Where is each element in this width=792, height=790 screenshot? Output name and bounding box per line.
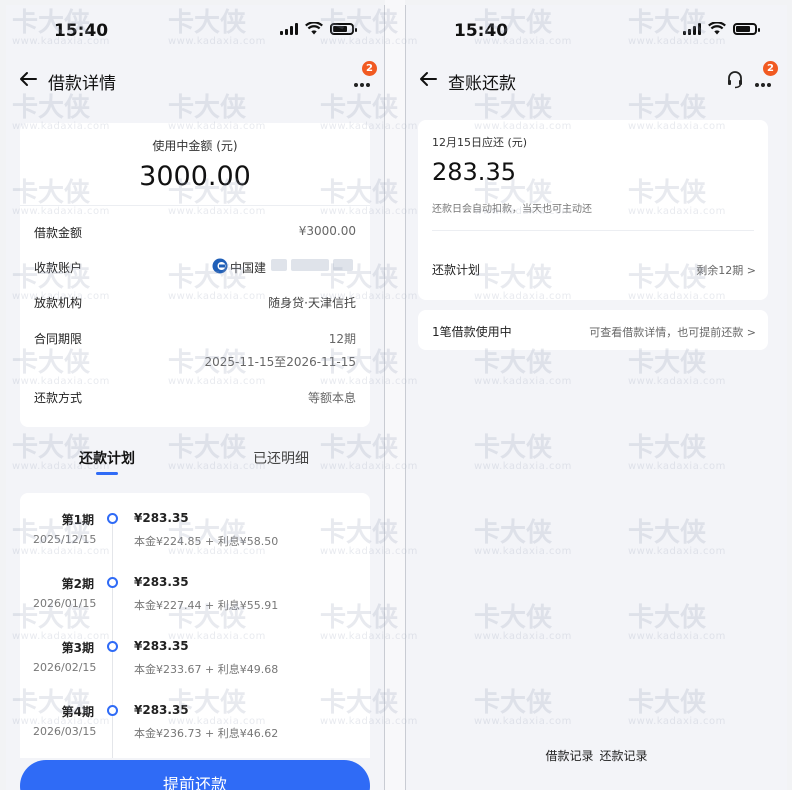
repay-plan-label: 还款计划 [432, 263, 481, 277]
due-amount-value: 283.35 [432, 158, 516, 186]
status-icons [280, 22, 357, 35]
plan-period: 第1期 [61, 513, 94, 527]
due-amount-card: 12月15日应还 (元) 283.35 还款日会自动扣款，当天也可主动还 还款计… [418, 120, 768, 300]
page-title: 借款详情 [48, 74, 116, 94]
repayment-screen: 15:40 查账还款 2 12月15日应还 (元) 283.35 还款日会自动扣… [405, 5, 787, 790]
institution-label: 放款机构 [34, 296, 83, 310]
term-value: 12期 [328, 332, 356, 346]
term-date-range: 2025-11-15至2026-11-15 [204, 355, 356, 369]
account-label: 收款账户 [34, 261, 83, 275]
repay-plan-remaining[interactable]: 剩余12期 > [696, 262, 756, 278]
status-time: 15:40 [54, 21, 109, 41]
plan-period: 第2期 [61, 577, 94, 591]
term-label: 合同期限 [34, 332, 83, 346]
bank-logo-icon [212, 258, 228, 274]
repay-method-label: 还款方式 [34, 391, 83, 405]
loan-amount-label: 借款金额 [34, 226, 83, 240]
customer-service-icon[interactable] [725, 69, 745, 89]
nav-bar: 借款详情 2 [6, 57, 384, 105]
tab-repaid-details[interactable]: 已还明细 [253, 448, 309, 468]
timeline-dot-icon [107, 577, 118, 588]
due-date-label: 12月15日应还 (元) [432, 136, 528, 149]
loan-in-use-card[interactable]: 1笔借款使用中 可查看借款详情，也可提前还款 > [418, 310, 768, 350]
back-arrow-icon[interactable] [16, 67, 40, 91]
amount-in-use-label: 使用中金额 (元) [152, 139, 238, 153]
nav-bar: 查账还款 2 [406, 57, 787, 105]
repay-method-value: 等额本息 [307, 391, 356, 405]
signal-icon [683, 22, 701, 35]
more-menu-icon[interactable]: 2 [753, 61, 778, 89]
loan-summary-card: 使用中金额 (元) 3000.00 借款金额 ¥3000.00 收款账户 中国建… [20, 123, 370, 427]
early-repay-button[interactable]: 提前还款 [20, 760, 370, 790]
plan-detail: 本金¥236.73 + 利息¥46.62 [134, 727, 279, 740]
notification-badge: 2 [763, 61, 778, 76]
plan-row[interactable]: 第1期 2025/12/15 ¥283.35 本金¥224.85 + 利息¥58… [20, 511, 370, 561]
battery-icon [733, 22, 760, 35]
battery-icon [330, 22, 357, 35]
account-bank-name: 中国建 [229, 261, 266, 275]
status-bar: 15:40 [6, 5, 384, 57]
plan-date: 2025/12/15 [33, 533, 97, 546]
repay-plan-card: 第1期 2025/12/15 ¥283.35 本金¥224.85 + 利息¥58… [20, 493, 370, 758]
loan-in-use-label: 1笔借款使用中 [432, 325, 512, 339]
loan-amount-value: ¥3000.00 [298, 224, 356, 238]
phone-gap [385, 0, 405, 790]
account-number-masked [271, 259, 356, 273]
more-menu-icon[interactable]: 2 [352, 61, 377, 89]
notification-badge: 2 [362, 61, 377, 76]
plan-amount: ¥283.35 [134, 639, 189, 653]
status-icons [683, 22, 760, 35]
plan-detail: 本金¥233.67 + 利息¥49.68 [134, 663, 279, 676]
plan-tabs: 还款计划 已还明细 [6, 433, 384, 483]
timeline-dot-icon [107, 705, 118, 716]
tab-repay-plan[interactable]: 还款计划 [79, 448, 135, 475]
repay-records-link[interactable]: 还款记录 [600, 747, 648, 764]
plan-date: 2026/02/15 [33, 661, 97, 674]
wifi-icon [708, 22, 726, 35]
plan-date: 2026/03/15 [33, 725, 97, 738]
plan-amount: ¥283.35 [134, 575, 189, 589]
footer-links: 借款记录 还款记录 [406, 747, 787, 764]
summary-divider [20, 205, 370, 206]
signal-icon [280, 22, 298, 35]
back-arrow-icon[interactable] [416, 67, 440, 91]
due-divider [432, 230, 754, 231]
plan-period: 第4期 [61, 705, 94, 719]
plan-amount: ¥283.35 [134, 511, 189, 525]
amount-in-use-value: 3000.00 [139, 161, 251, 192]
plan-row[interactable]: 第4期 2026/03/15 ¥283.35 本金¥236.73 + 利息¥46… [20, 703, 370, 753]
screenshot-stage: 15:40 借款详情 2 使用中金额 (元) 3000.00 借款金额 ¥300… [0, 0, 792, 790]
plan-amount: ¥283.35 [134, 703, 189, 717]
timeline-dot-icon [107, 641, 118, 652]
status-bar: 15:40 [406, 5, 787, 57]
status-time: 15:40 [454, 21, 509, 41]
plan-row[interactable]: 第3期 2026/02/15 ¥283.35 本金¥233.67 + 利息¥49… [20, 639, 370, 689]
loan-records-link[interactable]: 借款记录 [545, 747, 593, 764]
plan-detail: 本金¥224.85 + 利息¥58.50 [134, 535, 279, 548]
plan-date: 2026/01/15 [33, 597, 97, 610]
auto-debit-note: 还款日会自动扣款，当天也可主动还 [432, 204, 592, 215]
loan-detail-screen: 15:40 借款详情 2 使用中金额 (元) 3000.00 借款金额 ¥300… [6, 5, 385, 790]
institution-value: 随身贷·天津信托 [268, 296, 356, 310]
wifi-icon [305, 22, 323, 35]
plan-row[interactable]: 第2期 2026/01/15 ¥283.35 本金¥227.44 + 利息¥55… [20, 575, 370, 625]
loan-in-use-link[interactable]: 可查看借款详情，也可提前还款 > [589, 324, 756, 340]
timeline-dot-icon [107, 513, 118, 524]
plan-period: 第3期 [61, 641, 94, 655]
page-title: 查账还款 [448, 74, 516, 94]
plan-detail: 本金¥227.44 + 利息¥55.91 [134, 599, 279, 612]
